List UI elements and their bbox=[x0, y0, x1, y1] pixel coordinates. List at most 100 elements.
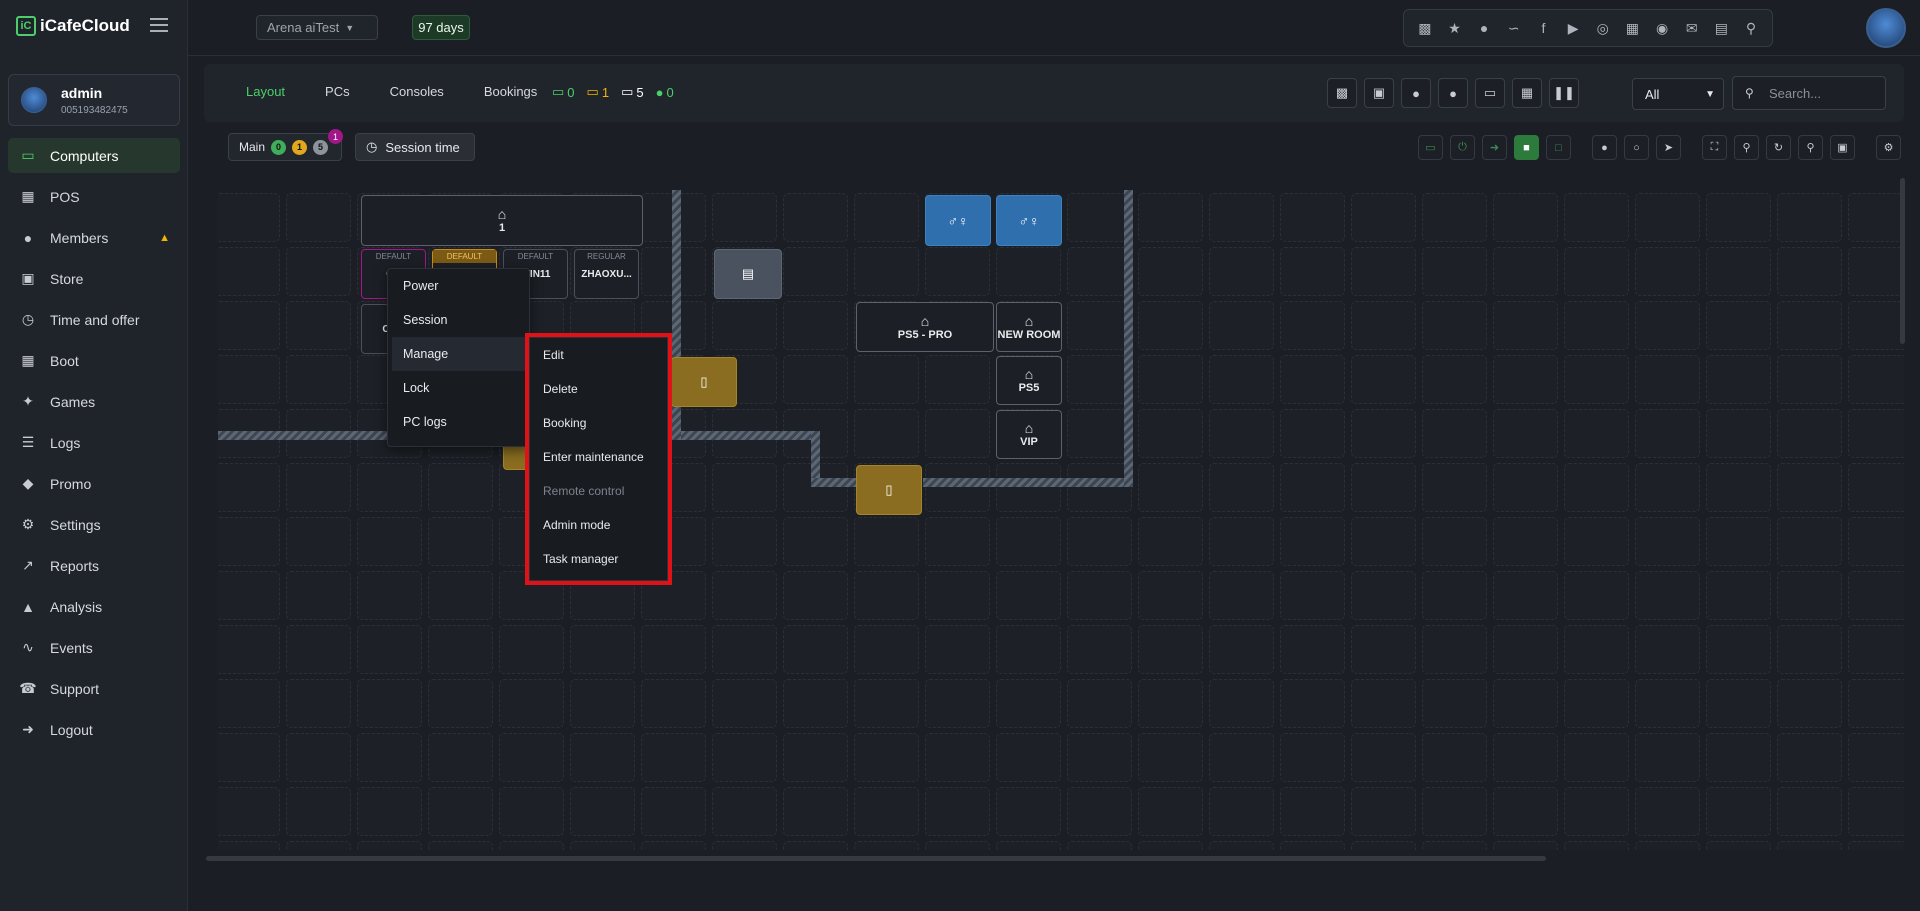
grid-cell[interactable] bbox=[1138, 841, 1203, 850]
grid-cell[interactable] bbox=[1777, 679, 1842, 728]
layout-icon[interactable]: ▦ bbox=[1512, 78, 1542, 108]
grid-cell[interactable] bbox=[1493, 571, 1558, 620]
grid-cell[interactable] bbox=[1351, 571, 1416, 620]
user-icon[interactable]: ● bbox=[1592, 135, 1617, 160]
grid-cell[interactable] bbox=[1706, 247, 1771, 296]
profile-avatar[interactable] bbox=[1866, 8, 1906, 48]
grid-cell[interactable] bbox=[1848, 571, 1904, 620]
grid-cell[interactable] bbox=[783, 787, 848, 836]
grid-cell[interactable] bbox=[286, 247, 351, 296]
grid-cell[interactable] bbox=[570, 625, 635, 674]
grid-cell[interactable] bbox=[1706, 571, 1771, 620]
grid-cell[interactable] bbox=[1635, 517, 1700, 566]
grid-cell[interactable] bbox=[1351, 193, 1416, 242]
gear-icon[interactable]: ⚙ bbox=[1876, 135, 1901, 160]
grid-cell[interactable] bbox=[641, 625, 706, 674]
grid-cell[interactable] bbox=[1067, 517, 1132, 566]
room-tile[interactable]: ⌂ VIP bbox=[996, 410, 1062, 459]
grid-cell[interactable] bbox=[1067, 787, 1132, 836]
grid-cell[interactable] bbox=[1635, 787, 1700, 836]
grid-cell[interactable] bbox=[357, 679, 422, 728]
horizontal-scrollbar[interactable] bbox=[206, 856, 1546, 861]
grid-cell[interactable] bbox=[499, 625, 564, 674]
grid-cell[interactable] bbox=[1067, 247, 1132, 296]
grid-cell[interactable] bbox=[1635, 193, 1700, 242]
grid-cell[interactable] bbox=[1351, 301, 1416, 350]
grid-cell[interactable] bbox=[1280, 193, 1345, 242]
grid-cell[interactable] bbox=[783, 571, 848, 620]
menu-item-manage[interactable]: Manage bbox=[392, 337, 525, 371]
grid-cell[interactable] bbox=[1564, 193, 1629, 242]
grid-cell[interactable] bbox=[1351, 787, 1416, 836]
grid-cell[interactable] bbox=[1422, 571, 1487, 620]
grid-cell[interactable] bbox=[641, 733, 706, 782]
grid-cell[interactable] bbox=[1138, 409, 1203, 458]
grid-cell[interactable] bbox=[1209, 301, 1274, 350]
mail-icon[interactable]: ✉ bbox=[1681, 20, 1703, 37]
eye-slash-icon[interactable]: ◉ bbox=[1651, 20, 1673, 37]
grid-cell[interactable] bbox=[1564, 625, 1629, 674]
grid-cell[interactable] bbox=[1777, 733, 1842, 782]
grid-cell[interactable] bbox=[357, 625, 422, 674]
grid-cell[interactable] bbox=[1138, 355, 1203, 404]
grid-cell[interactable] bbox=[570, 841, 635, 850]
grid-cell[interactable] bbox=[1280, 679, 1345, 728]
grid-cell[interactable] bbox=[996, 679, 1061, 728]
monitor-group-icon[interactable]: ▭ bbox=[1475, 78, 1505, 108]
menu-item-lock[interactable]: Lock bbox=[388, 371, 529, 405]
grid-cell[interactable] bbox=[286, 355, 351, 404]
menu-item-edit[interactable]: Edit bbox=[530, 338, 667, 372]
grid-cell[interactable] bbox=[712, 679, 777, 728]
grid-cell[interactable] bbox=[1706, 193, 1771, 242]
vertical-scrollbar[interactable] bbox=[1900, 178, 1905, 344]
grid-cell[interactable] bbox=[218, 787, 280, 836]
grid-cell[interactable] bbox=[1280, 463, 1345, 512]
grid-cell[interactable] bbox=[783, 517, 848, 566]
grid-cell[interactable] bbox=[1493, 409, 1558, 458]
grid-cell[interactable] bbox=[357, 517, 422, 566]
grid-cell[interactable] bbox=[218, 463, 280, 512]
grid-cell[interactable] bbox=[218, 625, 280, 674]
grid-cell[interactable] bbox=[783, 841, 848, 850]
grid-cell[interactable] bbox=[1138, 571, 1203, 620]
cashier-icon[interactable]: ▤ bbox=[714, 249, 782, 299]
room-tile[interactable]: ⌂ NEW ROOM bbox=[996, 302, 1062, 352]
grid-cell[interactable] bbox=[1067, 193, 1132, 242]
grid-cell[interactable] bbox=[286, 679, 351, 728]
grid-cell[interactable] bbox=[925, 571, 990, 620]
grid-cell[interactable] bbox=[1422, 841, 1487, 850]
grid-cell[interactable] bbox=[1067, 841, 1132, 850]
grid-cell[interactable] bbox=[286, 463, 351, 512]
grid-cell[interactable] bbox=[996, 517, 1061, 566]
grid-cell[interactable] bbox=[854, 193, 919, 242]
grid-cell[interactable] bbox=[1848, 679, 1904, 728]
grid-cell[interactable] bbox=[218, 355, 280, 404]
presentation-icon[interactable]: ▣ bbox=[1830, 135, 1855, 160]
grid-cell[interactable] bbox=[1138, 679, 1203, 728]
grid-cell[interactable] bbox=[218, 247, 280, 296]
grid-cell[interactable] bbox=[1777, 193, 1842, 242]
grid-cell[interactable] bbox=[1067, 679, 1132, 728]
grid-cell[interactable] bbox=[1848, 247, 1904, 296]
grid-cell[interactable] bbox=[357, 733, 422, 782]
grid-cell[interactable] bbox=[783, 301, 848, 350]
menu-item-pc-logs[interactable]: PC logs bbox=[388, 405, 529, 439]
grid-cell[interactable] bbox=[499, 787, 564, 836]
chat-icon[interactable]: ▤ bbox=[1710, 20, 1732, 37]
grid-cell[interactable] bbox=[1564, 409, 1629, 458]
grid-cell[interactable] bbox=[1067, 733, 1132, 782]
grid-cell[interactable] bbox=[1777, 247, 1842, 296]
grid-cell[interactable] bbox=[1209, 517, 1274, 566]
grid-cell[interactable] bbox=[1777, 571, 1842, 620]
grid-cell[interactable] bbox=[712, 463, 777, 512]
wall[interactable] bbox=[673, 431, 815, 440]
grid-cell[interactable] bbox=[783, 733, 848, 782]
grid-cell[interactable] bbox=[1777, 841, 1842, 850]
sidebar-item-logs[interactable]: ☰ Logs bbox=[8, 425, 180, 460]
grid-cell[interactable] bbox=[1848, 787, 1904, 836]
grid-cell[interactable] bbox=[1280, 625, 1345, 674]
grid-cell[interactable] bbox=[1280, 301, 1345, 350]
unlock-icon[interactable]: □ bbox=[1546, 135, 1571, 160]
grid-cell[interactable] bbox=[925, 463, 990, 512]
grid-cell[interactable] bbox=[996, 625, 1061, 674]
